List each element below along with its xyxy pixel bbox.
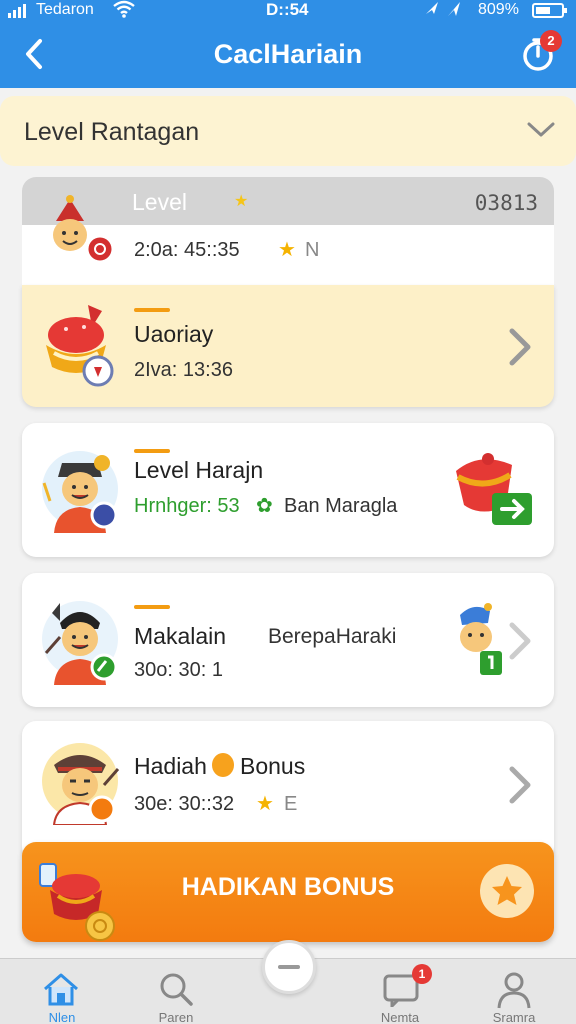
- home-icon: [44, 973, 78, 1006]
- chevron-right-icon: [509, 328, 531, 366]
- tab-search-label: Paren: [158, 1010, 194, 1024]
- level-dropdown-label: Level Rantagan: [24, 118, 200, 146]
- tab-messages-label: Nemta: [380, 1010, 420, 1024]
- row-title-secondary: Bonus: [240, 753, 306, 779]
- nav-bar: CaclHariain 2: [0, 22, 576, 88]
- row-title: Makalain: [134, 623, 227, 649]
- avatar-icon: [42, 451, 118, 533]
- level-header-label: Level: [132, 189, 187, 215]
- tab-home-label: Nlen: [48, 1010, 76, 1024]
- chevron-right-icon: [509, 766, 531, 804]
- row-title: Uaoriay: [134, 321, 214, 347]
- row-accent-dash: [134, 308, 170, 312]
- wifi-icon: [113, 0, 135, 23]
- carrier-name: Tedaron: [36, 1, 94, 18]
- tab-search[interactable]: Paren: [126, 959, 226, 1024]
- status-bar: Tedaron D::54 809%: [0, 0, 576, 22]
- claim-bonus-label: HADIKAN BONUS: [181, 873, 395, 901]
- list-item[interactable]: Makalain BerepaHaraki 30o: 30: 1: [22, 573, 554, 707]
- row-subtitle: 2Iva: 13:36: [134, 359, 233, 381]
- row-subtitle: 30o: 30: 1: [134, 659, 223, 681]
- signal-icon: [8, 4, 26, 18]
- timer-badge: 2: [540, 30, 562, 52]
- row-accent-dash: [134, 605, 170, 609]
- level-header-time: 2:0a: 45::35: [134, 239, 240, 261]
- star-icon: ★: [278, 239, 296, 261]
- level-dropdown[interactable]: Level Rantagan: [0, 96, 576, 166]
- page-title: CaclHariain: [213, 39, 363, 69]
- star-icon: ★: [234, 193, 249, 210]
- messages-badge: 1: [412, 964, 432, 984]
- mascot-icon: [460, 603, 502, 675]
- food-pot-icon: [46, 305, 114, 387]
- list-item[interactable]: Hadiah Bonus 30e: 30::32 ★ E: [22, 721, 554, 861]
- tab-messages[interactable]: Nemta: [350, 959, 450, 1024]
- chevron-down-icon: [527, 122, 555, 137]
- battery-icon: [532, 3, 567, 18]
- chef-avatar-icon: [53, 195, 115, 264]
- row-suffix: E: [284, 793, 298, 815]
- location-icon: [424, 0, 468, 23]
- row-title-secondary: BerepaHaraki: [268, 625, 397, 648]
- star-badge: [480, 864, 534, 918]
- star-icon: [492, 876, 522, 905]
- list-item[interactable]: Uaoriay 2Iva: 13:36: [22, 285, 554, 407]
- food-bowl-icon: [456, 453, 532, 525]
- tab-profile-label: Sramra: [492, 1010, 536, 1024]
- claim-bonus-button[interactable]: HADIKAN BONUS: [22, 842, 554, 942]
- tab-profile[interactable]: Sramra: [464, 959, 564, 1024]
- list-item[interactable]: Level Harajn Hrnhger: 53 ✿ Ban Maragla: [22, 423, 554, 557]
- row-title: Level Harajn: [134, 457, 264, 483]
- gear-icon: ✿: [256, 495, 273, 517]
- search-icon: [160, 973, 193, 1006]
- coin-icon: [212, 753, 234, 777]
- level-header-card: Level ★ 03813 2:0a: 45::35 ★ N: [22, 177, 554, 285]
- row-accent-dash: [134, 449, 170, 453]
- row-subtitle: 30e: 30::32: [134, 793, 235, 815]
- row-subtitle-highlight: Hrnhger: 53: [134, 495, 240, 517]
- row-title: Hadiah: [134, 753, 207, 779]
- battery-percent: 809%: [478, 1, 519, 18]
- star-icon: ★: [256, 793, 274, 815]
- clock: D::54: [266, 0, 309, 19]
- level-code: 03813: [474, 191, 538, 215]
- tab-home[interactable]: Nlen: [12, 959, 112, 1024]
- avatar-icon: [42, 743, 120, 825]
- row-subtitle: Ban Maragla: [284, 495, 398, 517]
- center-action-button[interactable]: [262, 940, 316, 994]
- level-header-suffix: N: [305, 239, 320, 261]
- person-icon: [497, 972, 531, 1009]
- avatar-icon: [42, 601, 118, 685]
